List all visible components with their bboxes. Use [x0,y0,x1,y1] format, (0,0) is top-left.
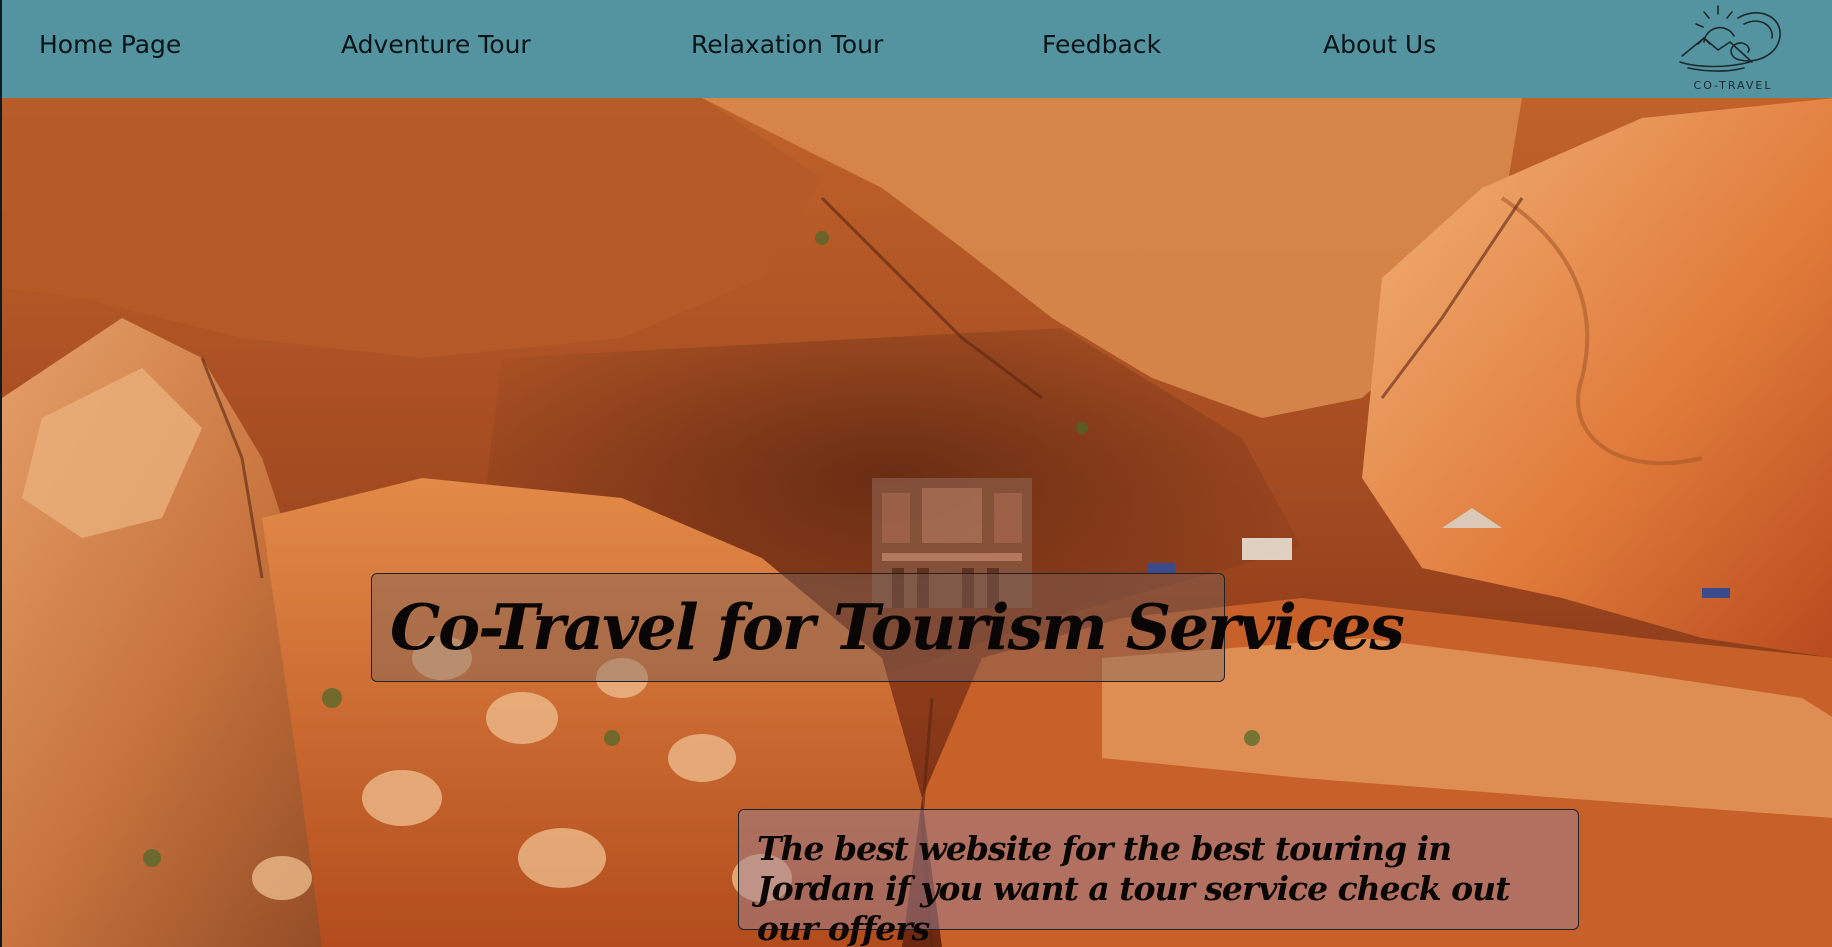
nav-home-page[interactable]: Home Page [39,30,181,59]
top-navigation-bar: Home Page Adventure Tour Relaxation Tour… [0,0,1832,98]
hero-subtitle-box: The best website for the best touring in… [738,809,1579,947]
hero-title: Co-Travel for Tourism Services [390,590,1405,664]
hero-subtitle: The best website for the best touring in… [757,829,1510,947]
nav-feedback[interactable]: Feedback [1042,30,1161,59]
co-travel-logo[interactable]: CO-TRAVEL [1678,2,1788,96]
mountain-wave-sun-logo-icon [1679,5,1781,72]
logo-text: CO-TRAVEL [1693,79,1773,92]
nav-about-us[interactable]: About Us [1323,30,1436,59]
hero-title-box: Co-Travel for Tourism Services [371,573,1405,682]
hero-section: Co-Travel for Tourism Services The best … [0,98,1832,947]
nav-relaxation-tour[interactable]: Relaxation Tour [691,30,883,59]
nav-adventure-tour[interactable]: Adventure Tour [341,30,531,59]
